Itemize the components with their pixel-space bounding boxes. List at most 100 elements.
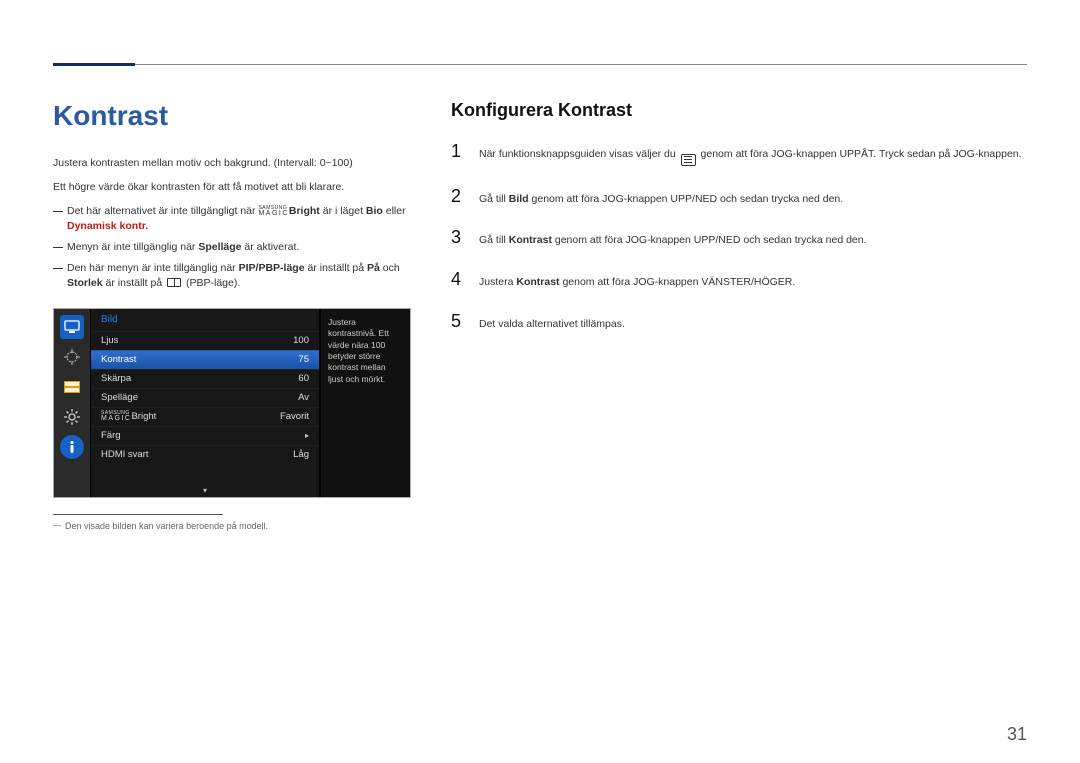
pbp-icon [167,278,181,287]
note-3-b1: PIP/PBP-läge [239,262,305,274]
note-2-pre: Menyn är inte tillgänglig när [67,241,198,253]
page-body: Kontrast Justera kontrasten mellan motiv… [53,100,1027,531]
note-3-b3: Storlek [67,277,103,289]
osd-header: Bild [91,309,319,331]
note-1-text-pre: Det här alternativet är inte tillgänglig… [67,205,258,217]
step-4-bold: Kontrast [516,276,559,288]
step-number: 2 [451,186,465,207]
osd-scroll-down-icon: ▾ [203,486,207,495]
step-3-post: genom att föra JOG-knappen UPP/NED och s… [552,234,867,246]
note-3-mid1: är inställt på [305,262,367,274]
right-column: Konfigurera Kontrast 1 När funktionsknap… [451,100,1027,531]
step-2-pre: Gå till [479,193,509,205]
osd-row-label: HDMI svart [101,449,261,460]
note-3-pre: Den här menyn är inte tillgänglig när [67,262,239,274]
page-number: 31 [1007,724,1027,745]
top-divider-accent [53,63,135,66]
samsung-magic-logo: SAMSUNGMAGIC [101,412,131,422]
note-2-post: är aktiverat. [242,241,300,253]
brand-bot: MAGIC [101,415,131,422]
step-1-post: genom att föra JOG-knappen UPPÅT. Tryck … [698,148,1022,160]
osd-icon-info [60,435,84,459]
osd-row: SpellägeAv [91,388,319,407]
page-title: Kontrast [53,100,411,132]
step-4: 4 Justera Kontrast genom att föra JOG-kn… [451,269,1027,291]
note-1-bright: Bright [289,205,320,217]
osd-row: SAMSUNGMAGICBright Favorit [91,407,319,426]
intro-para-2: Ett högre värde ökar kontrasten för att … [53,180,411,196]
left-column: Kontrast Justera kontrasten mellan motiv… [53,100,411,531]
step-3-pre: Gå till [479,234,509,246]
step-1: 1 När funktionsknappsguiden visas väljer… [451,141,1027,166]
osd-row-label: Skärpa [101,373,261,384]
note-3-post1: är inställt på [103,277,165,289]
step-5: 5 Det valda alternativet tillämpas. [451,311,1027,333]
note-3: Den här menyn är inte tillgänglig när PI… [53,261,411,291]
osd-screenshot: Bild Ljus100 Kontrast75 Skärpa60 Spelläg… [53,308,411,498]
step-4-post: genom att föra JOG-knappen VÄNSTER/HÖGER… [560,276,796,288]
osd-rows: Ljus100 Kontrast75 Skärpa60 SpellägeAv S… [91,331,319,464]
osd-row: Färg▸ [91,426,319,445]
step-2-bold: Bild [509,193,529,205]
footnote-rule [53,514,223,515]
step-3: 3 Gå till Kontrast genom att föra JOG-kn… [451,227,1027,249]
top-divider [53,64,1027,65]
note-2-bold: Spelläge [198,241,241,253]
osd-help-panel: Justera kontrastnivå. Ett värde nära 100… [320,309,410,497]
osd-row-label: Kontrast [101,354,261,365]
osd-row: Skärpa60 [91,369,319,388]
note-1-eller: eller [383,205,406,217]
step-number: 4 [451,269,465,290]
osd-main-panel: Bild Ljus100 Kontrast75 Skärpa60 Spelläg… [90,309,320,497]
menu-icon [681,154,696,166]
step-text: Gå till Bild genom att föra JOG-knappen … [479,192,1027,208]
step-text: Det valda alternativet tillämpas. [479,317,1027,333]
step-text: Gå till Kontrast genom att föra JOG-knap… [479,233,1027,249]
osd-row-label: Färg [101,430,261,441]
osd-icon-picture [60,315,84,339]
intro-para-1: Justera kontrasten mellan motiv och bakg… [53,156,411,172]
osd-sidebar [54,309,90,497]
osd-row: Ljus100 [91,331,319,350]
step-number: 5 [451,311,465,332]
osd-row-value: 60 [261,373,309,384]
step-text: När funktionsknappsguiden visas väljer d… [479,147,1027,166]
step-text: Justera Kontrast genom att föra JOG-knap… [479,275,1027,291]
notes-list: Det här alternativet är inte tillgänglig… [53,204,411,292]
footnote: Den visade bilden kan variera beroende p… [53,521,411,531]
osd-row-label: Spelläge [101,392,261,403]
note-3-b2: På [367,262,380,274]
steps-list: 1 När funktionsknappsguiden visas väljer… [451,141,1027,333]
note-3-post2: (PBP-läge). [183,277,240,289]
note-3-mid2: och [380,262,400,274]
step-3-bold: Kontrast [509,234,552,246]
note-2: Menyn är inte tillgänglig när Spelläge ä… [53,240,411,255]
osd-row-value: Favorit [261,411,309,422]
osd-row-value: Låg [261,449,309,460]
step-1-pre: När funktionsknappsguiden visas väljer d… [479,148,679,160]
note-1: Det här alternativet är inte tillgänglig… [53,204,411,234]
osd-icon-layout [60,375,84,399]
osd-row-value: Av [261,392,309,403]
osd-row: HDMI svartLåg [91,445,319,464]
step-2: 2 Gå till Bild genom att föra JOG-knappe… [451,186,1027,208]
brand-bot: MAGIC [258,210,288,217]
step-4-pre: Justera [479,276,516,288]
osd-row-label: SAMSUNGMAGICBright [101,411,261,422]
note-1-text-post: är i läget [320,205,366,217]
osd-row-value: 75 [261,354,309,365]
osd-row-label-suffix: Bright [131,411,156,422]
step-number: 1 [451,141,465,162]
osd-icon-gear [60,405,84,429]
step-2-post: genom att föra JOG-knappen UPP/NED och s… [529,193,844,205]
osd-icon-target [60,345,84,369]
osd-row-label: Ljus [101,335,261,346]
samsung-magic-logo: SAMSUNGMAGIC [258,207,288,217]
osd-row-value-arrow: ▸ [261,431,309,440]
osd-row-selected: Kontrast75 [91,350,319,369]
step-number: 3 [451,227,465,248]
note-1-dyn: Dynamisk kontr. [67,220,148,232]
osd-row-value: 100 [261,335,309,346]
section-title: Konfigurera Kontrast [451,100,1027,121]
note-1-bio: Bio [366,205,383,217]
